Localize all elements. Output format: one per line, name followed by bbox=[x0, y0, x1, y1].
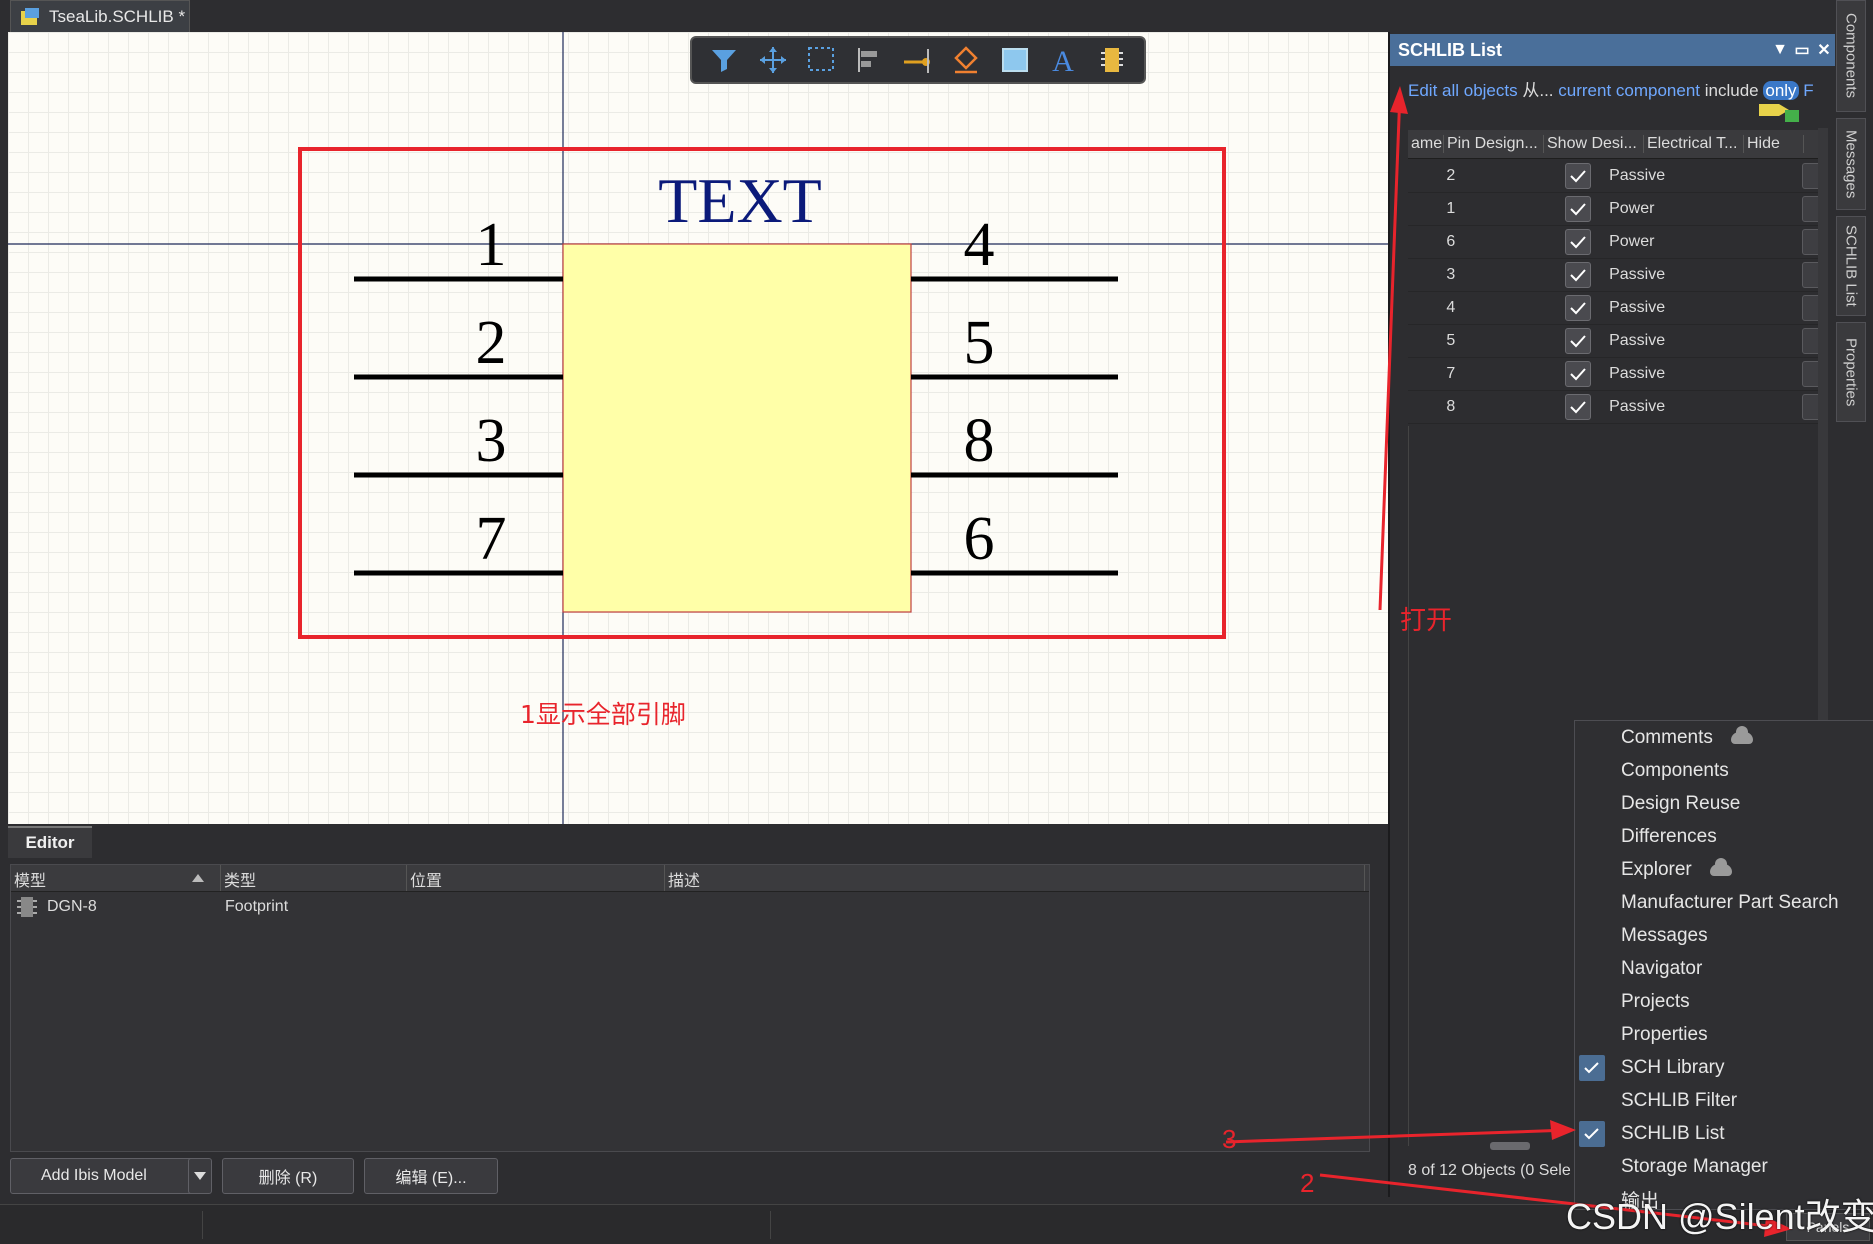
annotation-arrows bbox=[1225, 86, 1792, 1237]
annotation-step2: 2 bbox=[1300, 1168, 1315, 1198]
annotation-step3: 3 bbox=[1222, 1124, 1237, 1154]
annotation-open: 打开 bbox=[1400, 605, 1453, 635]
watermark: CSDN @Silent改变 bbox=[1566, 1196, 1873, 1237]
